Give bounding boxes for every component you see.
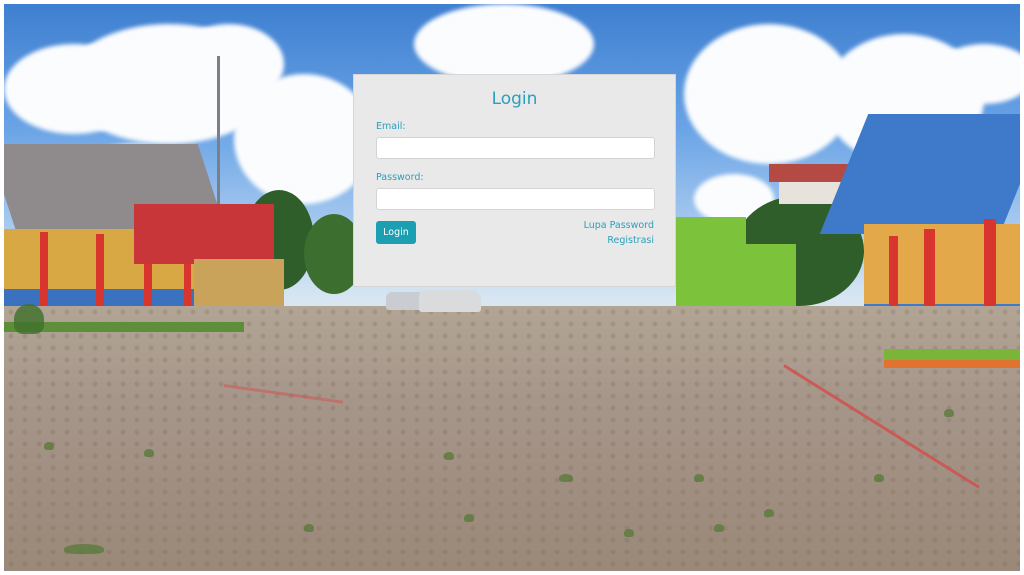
login-title: Login (491, 89, 538, 109)
forgot-password-link[interactable]: Lupa Password (584, 220, 654, 231)
register-link[interactable]: Registrasi (607, 235, 654, 246)
login-panel: Login Email: Password: Login Lupa Passwo… (353, 74, 676, 287)
page: Login Email: Password: Login Lupa Passwo… (0, 0, 1024, 575)
password-label: Password: (376, 172, 424, 183)
password-field[interactable] (376, 188, 655, 210)
login-button[interactable]: Login (376, 221, 416, 244)
email-field[interactable] (376, 137, 655, 159)
email-label: Email: (376, 121, 406, 132)
